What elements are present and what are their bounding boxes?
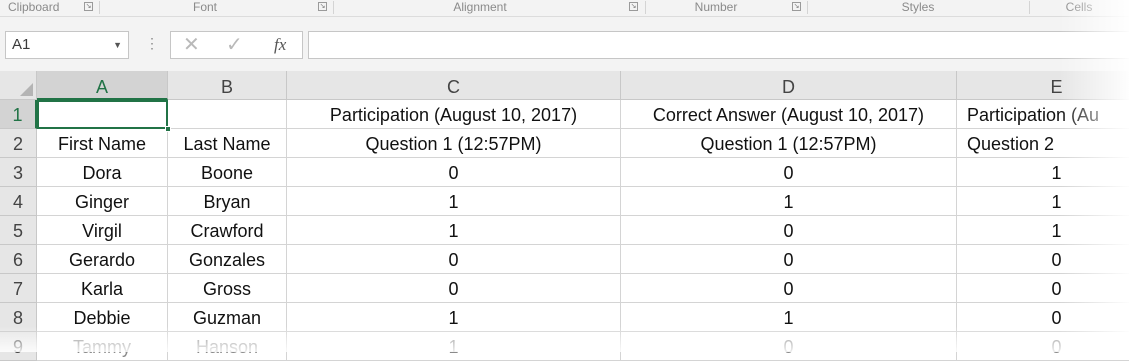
cell-a3[interactable]: Dora [37,158,168,187]
ribbon-group-alignment: Alignment [453,0,507,14]
row-header-6[interactable]: 6 [0,245,37,274]
cell-e8[interactable]: 0 [957,303,1129,332]
ribbon-separator [333,1,334,14]
formula-input[interactable] [308,31,1129,59]
cell-c6[interactable]: 0 [287,245,621,274]
cell-d9[interactable]: 0 [621,332,957,361]
cell-d3[interactable]: 0 [621,158,957,187]
cell-d7[interactable]: 0 [621,274,957,303]
cell-a7[interactable]: Karla [37,274,168,303]
cell-e7[interactable]: 0 [957,274,1129,303]
cell-c9[interactable]: 1 [287,332,621,361]
ribbon-group-clipboard: Clipboard [8,0,60,14]
cell-c4[interactable]: 1 [287,187,621,216]
font-dialog-launcher-icon[interactable]: ↘ [318,2,327,11]
cell-e5[interactable]: 1 [957,216,1129,245]
row-header-2[interactable]: 2 [0,129,37,158]
cell-b3[interactable]: Boone [168,158,287,187]
cell-c2[interactable]: Question 1 (12:57PM) [287,129,621,158]
spreadsheet-grid[interactable]: A B C D E 1 Participation (August 10, 2017) Cor… [0,71,1129,361]
cell-d2[interactable]: Question 1 (12:57PM) [621,129,957,158]
fill-handle[interactable] [165,126,171,132]
number-dialog-launcher-icon[interactable]: ↘ [792,2,801,11]
row-header-3[interactable]: 3 [0,158,37,187]
cell-b7[interactable]: Gross [168,274,287,303]
cell-c7[interactable]: 0 [287,274,621,303]
cell-e1[interactable]: Participation (Au [957,100,1129,129]
cell-d5[interactable]: 0 [621,216,957,245]
more-options-icon[interactable]: ⋮ [145,34,159,52]
insert-function-icon[interactable]: fx [274,32,286,58]
ribbon-group-styles: Styles [901,0,935,14]
formula-row: A1 ▼ ⋮ ✕ ✓ fx [0,17,1129,71]
checkmark-icon[interactable]: ✓ [226,32,243,58]
close-icon[interactable]: ✕ [183,32,200,58]
cell-b8[interactable]: Guzman [168,303,287,332]
cell-b1[interactable] [168,100,287,129]
cell-d4[interactable]: 1 [621,187,957,216]
clipboard-dialog-launcher-icon[interactable]: ↘ [84,2,93,11]
cell-d8[interactable]: 1 [621,303,957,332]
column-header-b[interactable]: B [168,71,287,100]
row-header-5[interactable]: 5 [0,216,37,245]
cell-e4[interactable]: 1 [957,187,1129,216]
cell-a8[interactable]: Debbie [37,303,168,332]
cell-e2[interactable]: Question 2 [957,129,1129,158]
ribbon-separator [1029,1,1030,14]
ribbon-separator [645,1,646,14]
row-header-4[interactable]: 4 [0,187,37,216]
cell-a4[interactable]: Ginger [37,187,168,216]
row-header-1[interactable]: 1 [0,100,37,129]
row-header-8[interactable]: 8 [0,303,37,332]
cell-a9[interactable]: Tammy [37,332,168,361]
chevron-down-icon[interactable]: ▼ [113,32,122,58]
ribbon-separator [807,1,808,14]
cell-c8[interactable]: 1 [287,303,621,332]
column-header-a[interactable]: A [37,71,168,100]
ribbon-group-number: Number [694,0,738,14]
column-header-d[interactable]: D [621,71,957,100]
cell-e3[interactable]: 1 [957,158,1129,187]
alignment-dialog-launcher-icon[interactable]: ↘ [629,2,638,11]
cell-a1[interactable] [37,100,168,129]
cell-a6[interactable]: Gerardo [37,245,168,274]
cell-a2[interactable]: First Name [37,129,168,158]
cell-d1[interactable]: Correct Answer (August 10, 2017) [621,100,957,129]
ribbon-group-labels: Clipboard ↘ Font ↘ Alignment ↘ Number ↘ … [0,0,1129,17]
select-all-button[interactable] [0,71,37,100]
ribbon-group-font: Font [192,0,217,14]
cell-b4[interactable]: Bryan [168,187,287,216]
cell-d6[interactable]: 0 [621,245,957,274]
row-header-7[interactable]: 7 [0,274,37,303]
formula-buttons: ✕ ✓ fx [170,31,303,59]
name-box[interactable]: A1 ▼ [5,31,129,59]
ribbon-group-cells: Cells [1065,0,1093,14]
cell-e6[interactable]: 0 [957,245,1129,274]
cell-b5[interactable]: Crawford [168,216,287,245]
column-header-c[interactable]: C [287,71,621,100]
cell-e9[interactable]: 0 [957,332,1129,361]
cell-b2[interactable]: Last Name [168,129,287,158]
cell-c1[interactable]: Participation (August 10, 2017) [287,100,621,129]
cell-c5[interactable]: 1 [287,216,621,245]
name-box-value: A1 [12,36,31,53]
cell-c3[interactable]: 0 [287,158,621,187]
cell-b6[interactable]: Gonzales [168,245,287,274]
row-header-9[interactable]: 9 [0,332,37,361]
cell-a5[interactable]: Virgil [37,216,168,245]
column-header-e[interactable]: E [957,71,1129,100]
ribbon-separator [99,1,100,14]
cell-b9[interactable]: Hanson [168,332,287,361]
